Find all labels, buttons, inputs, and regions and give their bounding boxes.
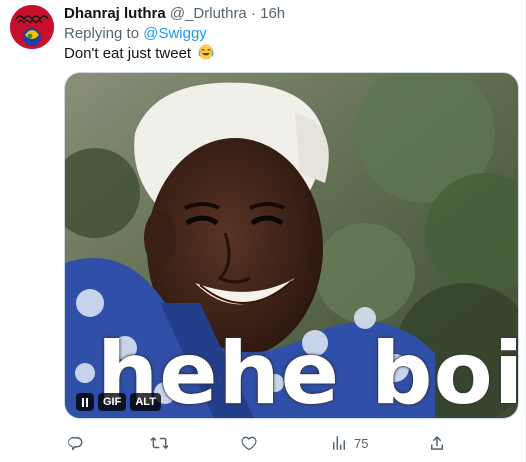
views-icon: [333, 436, 345, 450]
reply-icon: [68, 437, 83, 451]
pause-icon: [82, 397, 84, 407]
tweet-actions: 75: [64, 432, 519, 454]
views-count: 75: [354, 435, 369, 451]
like-button[interactable]: [240, 432, 258, 454]
alt-badge[interactable]: ALT: [130, 393, 161, 411]
timestamp[interactable]: 16h: [260, 5, 285, 22]
replying-to: Replying to @Swiggy: [64, 24, 207, 44]
retweet-button[interactable]: [150, 432, 168, 454]
pause-icon: [86, 397, 88, 407]
share-button[interactable]: [428, 432, 446, 454]
author-name[interactable]: Dhanraj luthra: [64, 5, 166, 22]
gif-badge: GIF: [98, 393, 127, 411]
pause-button[interactable]: [76, 393, 94, 411]
reply-button[interactable]: [66, 432, 84, 454]
views-button[interactable]: 75: [330, 432, 368, 454]
gif-media[interactable]: hehe boi GIF ALT: [64, 72, 519, 419]
tweet-header: Dhanraj luthra @_Drluthra · 16h: [64, 4, 285, 24]
media-badges: GIF ALT: [76, 393, 161, 411]
avatar[interactable]: [10, 5, 54, 49]
replying-prefix: Replying to: [64, 25, 140, 42]
like-icon: [241, 436, 257, 451]
tweet-body: Don't eat just tweet: [64, 45, 192, 62]
tweet[interactable]: Dhanraj luthra @_Drluthra · 16h Replying…: [0, 0, 526, 462]
author-handle[interactable]: @_Drluthra: [170, 5, 247, 22]
tweet-text: Don't eat just tweet: [64, 44, 214, 64]
separator: ·: [250, 5, 256, 22]
share-icon: [431, 435, 443, 450]
crying-laughing-face-icon: [198, 44, 214, 60]
mention-link[interactable]: @Swiggy: [143, 25, 207, 42]
retweet-icon: [150, 436, 168, 450]
